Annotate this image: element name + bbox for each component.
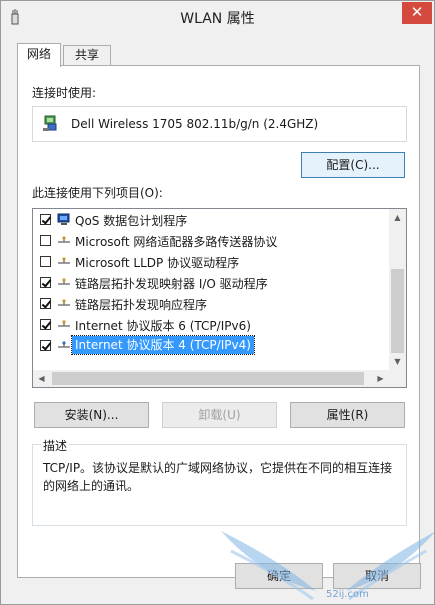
cancel-button[interactable]: 取消 <box>333 563 421 589</box>
protocol-icon <box>58 341 70 348</box>
item-checkbox[interactable] <box>40 277 51 288</box>
description-legend: 描述 <box>41 437 70 454</box>
list-item[interactable]: 链路层拓扑发现响应程序 <box>33 293 385 314</box>
network-adapter-icon <box>43 115 57 131</box>
protocol-icon <box>58 257 70 264</box>
scroll-up-icon[interactable]: ▲ <box>389 209 406 226</box>
list-item[interactable]: Microsoft LLDP 协议驱动程序 <box>33 251 385 272</box>
horizontal-scroll-thumb[interactable] <box>52 372 364 385</box>
list-item[interactable]: QoS 数据包计划程序 <box>33 209 385 230</box>
item-checkbox[interactable] <box>40 298 51 309</box>
item-checkbox[interactable] <box>40 340 51 351</box>
protocol-icon <box>58 278 70 285</box>
list-item[interactable]: 链路层拓扑发现映射器 I/O 驱动程序 <box>33 272 385 293</box>
ok-button[interactable]: 确定 <box>235 563 323 589</box>
scroll-down-icon[interactable]: ▼ <box>389 353 406 370</box>
install-button[interactable]: 安装(N)... <box>34 402 149 428</box>
item-label: Internet 协议版本 4 (TCP/IPv4) <box>71 335 255 355</box>
wlan-properties-window: WLAN 属性 ✕ 网络 共享 连接时使用: Dell Wireless 170… <box>0 0 435 605</box>
item-checkbox[interactable] <box>40 235 51 246</box>
vertical-scroll-thumb[interactable] <box>391 269 404 353</box>
title-bar[interactable]: WLAN 属性 ✕ <box>1 1 434 33</box>
scroll-right-icon[interactable]: ▶ <box>372 370 389 387</box>
protocol-icon <box>58 299 70 306</box>
item-label: 链路层拓扑发现响应程序 <box>75 298 208 312</box>
components-list[interactable]: QoS 数据包计划程序 Microsoft 网络适配器多路传送器协议 Micro… <box>32 208 407 388</box>
adapter-box: Dell Wireless 1705 802.11b/g/n (2.4GHZ) <box>32 106 407 142</box>
window-title: WLAN 属性 <box>180 11 255 27</box>
description-group: 描述 TCP/IP。该协议是默认的广域网络协议，它提供在不同的相互连接的网络上的… <box>32 437 407 526</box>
item-label: 链路层拓扑发现映射器 I/O 驱动程序 <box>75 277 268 291</box>
protocol-icon <box>58 236 70 243</box>
tab-sharing[interactable]: 共享 <box>63 45 111 66</box>
qos-icon <box>57 213 70 225</box>
network-tab-panel: 连接时使用: Dell Wireless 1705 802.11b/g/n (2… <box>17 65 420 578</box>
item-checkbox[interactable] <box>40 214 51 225</box>
list-item[interactable]: Microsoft 网络适配器多路传送器协议 <box>33 230 385 251</box>
description-text: TCP/IP。该协议是默认的广域网络协议，它提供在不同的相互连接的网络上的通讯。 <box>43 461 393 493</box>
scroll-left-icon[interactable]: ◀ <box>33 370 50 387</box>
horizontal-scrollbar[interactable]: ◀ ▶ <box>33 370 389 387</box>
connect-using-label: 连接时使用: <box>32 86 97 100</box>
adapter-name: Dell Wireless 1705 802.11b/g/n (2.4GHZ) <box>71 117 319 131</box>
list-item-selected[interactable]: Internet 协议版本 4 (TCP/IPv4) <box>33 335 385 356</box>
items-label: 此连接使用下列项目(O): <box>32 186 163 200</box>
close-button[interactable]: ✕ <box>402 2 432 24</box>
item-checkbox[interactable] <box>40 256 51 267</box>
item-checkbox[interactable] <box>40 319 51 330</box>
vertical-scrollbar[interactable]: ▲ ▼ <box>389 209 406 370</box>
item-label: Microsoft LLDP 协议驱动程序 <box>75 256 240 270</box>
item-label: QoS 数据包计划程序 <box>75 214 188 228</box>
uninstall-button[interactable]: 卸载(U) <box>162 402 277 428</box>
item-label: Microsoft 网络适配器多路传送器协议 <box>75 235 278 249</box>
configure-button[interactable]: 配置(C)... <box>301 152 405 178</box>
tab-network[interactable]: 网络 <box>17 43 61 67</box>
protocol-icon <box>58 320 70 327</box>
item-label: Internet 协议版本 6 (TCP/IPv6) <box>75 319 251 333</box>
list-item[interactable]: Internet 协议版本 6 (TCP/IPv6) <box>33 314 385 335</box>
properties-button[interactable]: 属性(R) <box>290 402 405 428</box>
scrollbar-corner <box>389 370 406 387</box>
watermark-site: 52ij.com <box>326 589 369 600</box>
